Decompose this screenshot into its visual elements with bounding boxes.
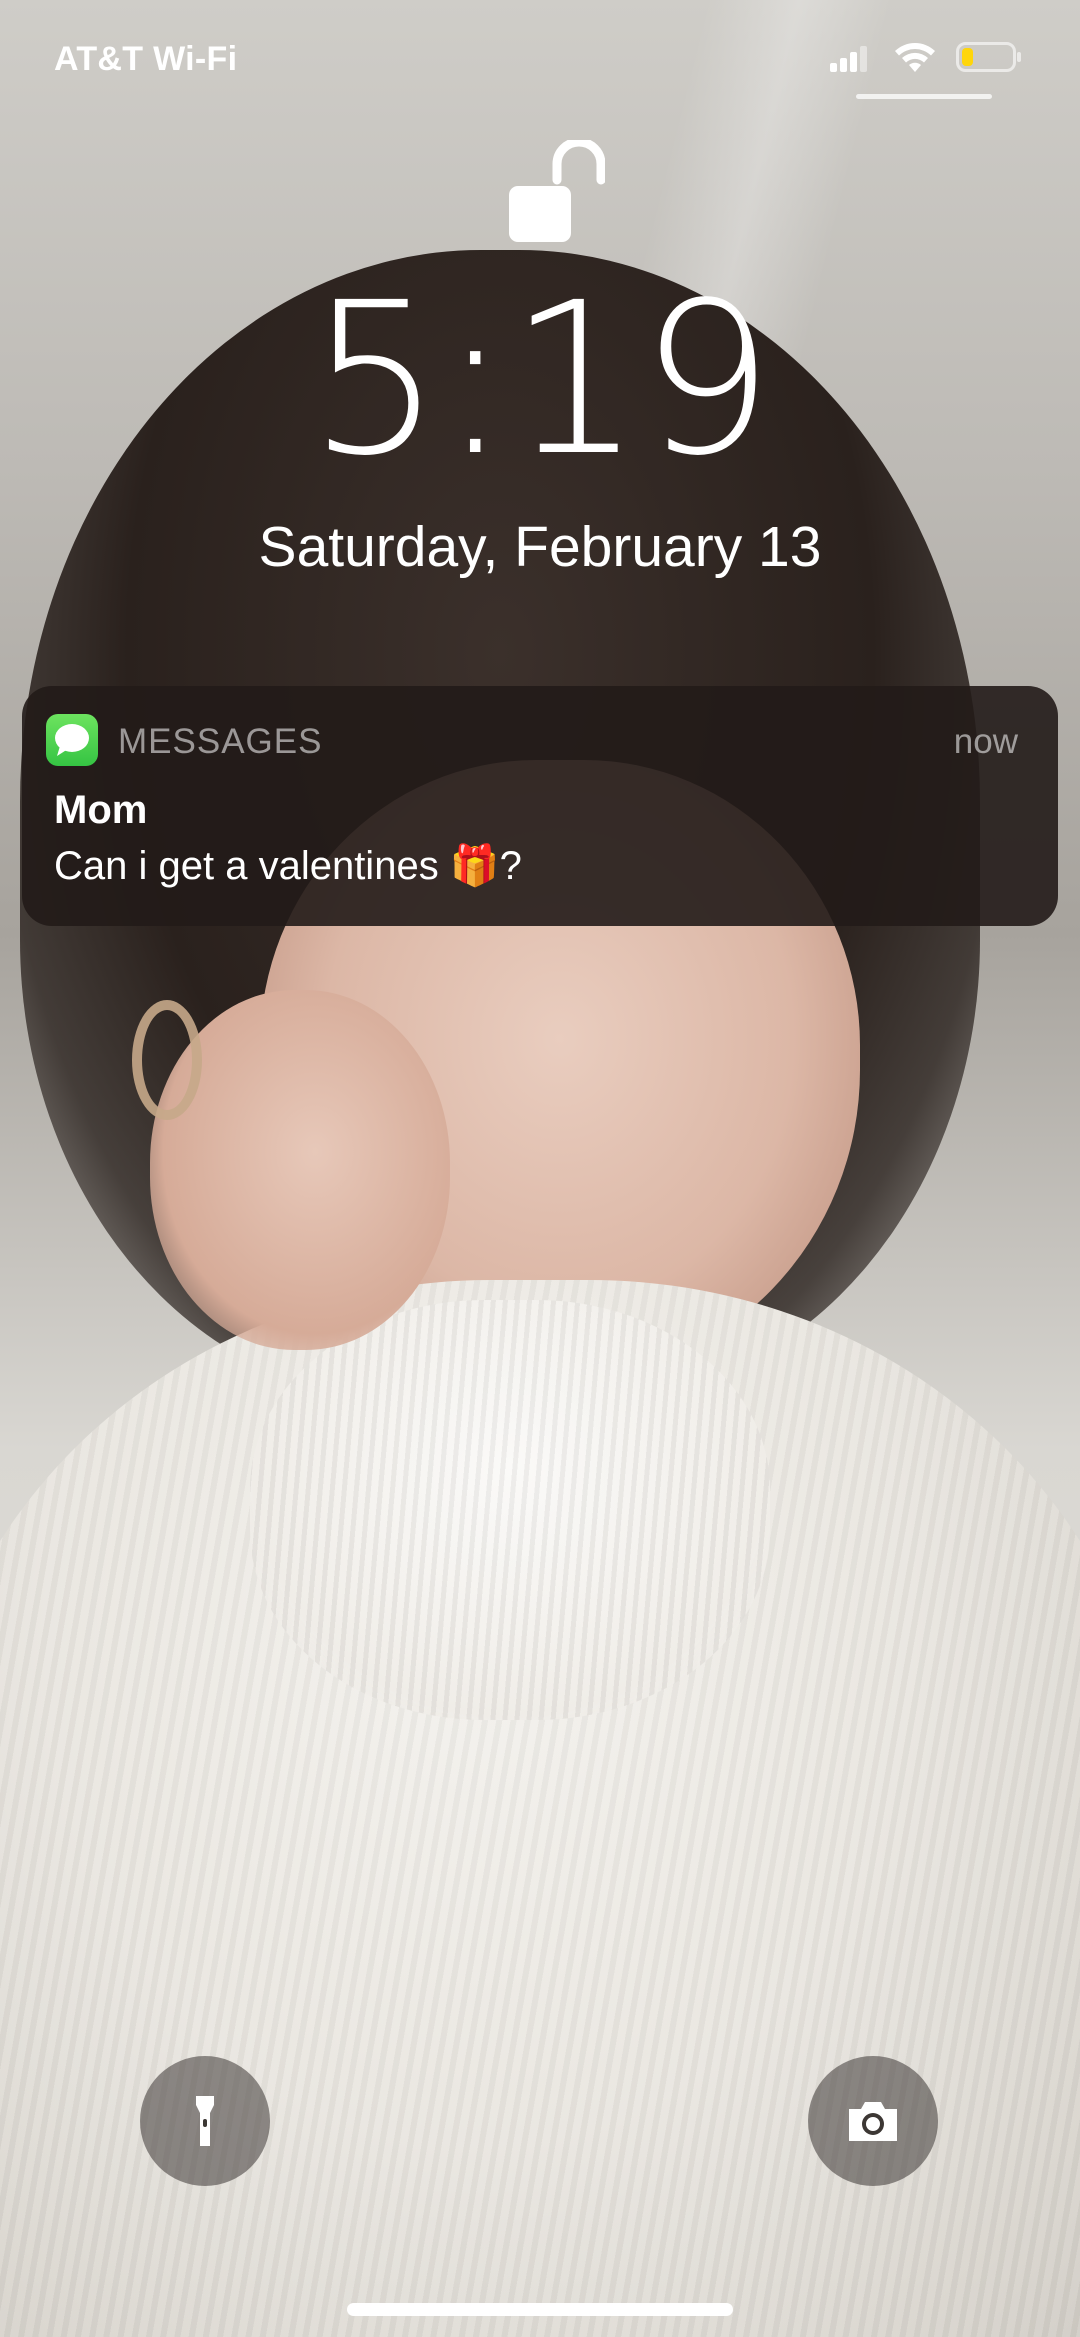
message-notification[interactable]: MESSAGES now Mom Can i get a valentines … bbox=[22, 686, 1058, 926]
carrier-label: AT&T Wi-Fi bbox=[54, 40, 238, 78]
unlocked-padlock-icon bbox=[509, 140, 605, 242]
battery-icon bbox=[956, 42, 1021, 72]
notification-time: now bbox=[953, 722, 1018, 761]
wallpaper-earring bbox=[132, 1000, 202, 1120]
lock-screen-time: 5:19 bbox=[308, 257, 774, 502]
home-indicator[interactable] bbox=[347, 2303, 733, 2316]
lock-screen-date: Saturday, February 13 bbox=[258, 515, 822, 579]
notification-message: Can i get a valentines 🎁? bbox=[54, 844, 522, 888]
notification-app-name: MESSAGES bbox=[118, 722, 323, 761]
control-center-indicator[interactable] bbox=[856, 94, 992, 99]
status-bar: AT&T Wi-Fi bbox=[0, 0, 1080, 110]
wifi-icon bbox=[895, 43, 935, 72]
cellular-signal-icon bbox=[830, 46, 870, 72]
camera-icon bbox=[849, 2102, 897, 2141]
flashlight-icon bbox=[196, 2096, 214, 2146]
wallpaper-sleeve bbox=[250, 1300, 770, 1720]
lock-screen: AT&T Wi-Fi 5:19 Saturday, February 13 ME… bbox=[0, 0, 1080, 2337]
notification-sender: Mom bbox=[54, 788, 148, 832]
flashlight-button[interactable] bbox=[140, 2056, 270, 2186]
camera-button[interactable] bbox=[808, 2056, 938, 2186]
messages-icon bbox=[46, 714, 98, 766]
